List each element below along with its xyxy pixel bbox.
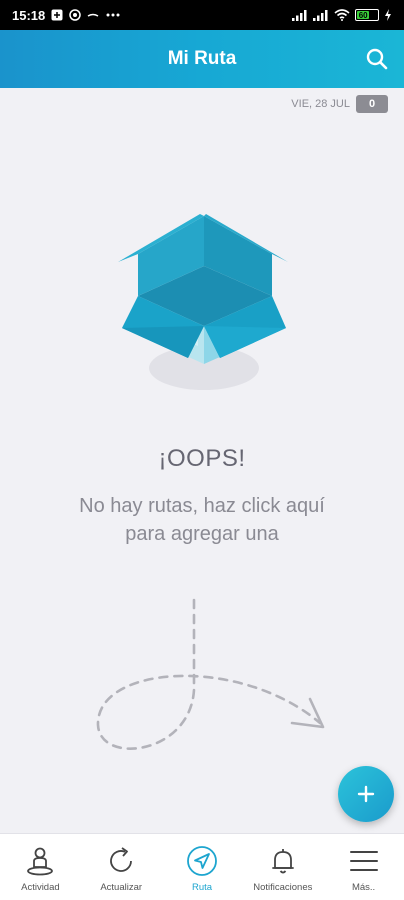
date-label: VIE, 28 JUL <box>291 98 350 110</box>
whatsapp-icon <box>69 9 81 21</box>
app-header: Mi Ruta <box>0 30 404 88</box>
wifi-icon <box>334 9 350 21</box>
empty-state-title: ¡OOPS! <box>158 445 246 472</box>
nav-item-notificaciones[interactable]: Notificaciones <box>242 834 323 900</box>
nav-label: Actualizar <box>100 882 143 893</box>
search-icon <box>366 48 388 70</box>
nav-label: Actividad <box>21 882 60 893</box>
status-time: 15:18 <box>12 7 46 23</box>
battery-icon: 60 <box>355 9 379 21</box>
nav-item-actividad[interactable]: Actividad <box>0 834 81 900</box>
bell-icon <box>266 844 300 878</box>
nav-item-actualizar[interactable]: Actualizar <box>81 834 162 900</box>
empty-state-message[interactable]: No hay rutas, haz click aquí para agrega… <box>60 492 344 548</box>
menu-icon <box>347 844 381 878</box>
date-row: VIE, 28 JUL 0 <box>291 95 388 113</box>
signal-icon <box>313 9 329 21</box>
page-title: Mi Ruta <box>167 48 237 69</box>
notification-box-icon <box>51 9 63 21</box>
nav-label: Notificaciones <box>253 882 313 893</box>
nav-label: Más.. <box>351 882 376 893</box>
search-button[interactable] <box>364 46 390 72</box>
person-location-icon <box>23 844 57 878</box>
plus-icon <box>357 785 375 803</box>
battery-level: 60 <box>357 10 370 20</box>
route-count-badge: 0 <box>356 95 388 113</box>
refresh-icon <box>104 844 138 878</box>
nav-item-mas[interactable]: Más.. <box>323 834 404 900</box>
status-bar: 15:18 60 <box>0 0 404 30</box>
add-route-button[interactable] <box>338 766 394 822</box>
bottom-nav: Actividad Actualizar Ruta Notificaciones… <box>0 833 404 900</box>
nav-item-ruta[interactable]: Ruta <box>162 834 243 900</box>
charging-icon <box>384 9 392 21</box>
signal-icon <box>292 9 308 21</box>
minus-icon <box>87 9 99 21</box>
more-dots-icon <box>105 12 121 18</box>
open-box-icon <box>112 210 292 410</box>
navigation-arrow-icon <box>185 844 219 878</box>
nav-label: Ruta <box>191 882 213 893</box>
dashed-arrow-icon <box>80 595 340 775</box>
